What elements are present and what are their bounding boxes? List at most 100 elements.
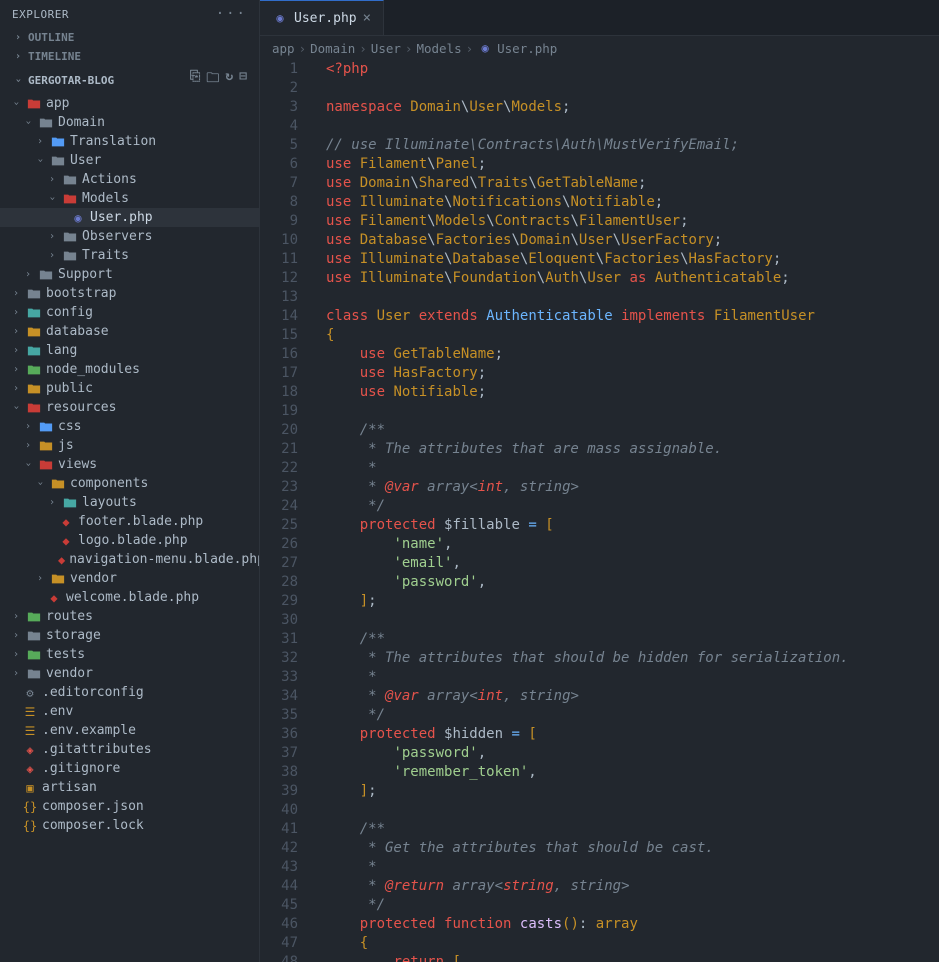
tree-folder-user[interactable]: › User bbox=[0, 151, 259, 170]
tree-folder-observers[interactable]: › Observers bbox=[0, 227, 259, 246]
tree-label: vendor bbox=[70, 571, 117, 586]
tree-label: Models bbox=[82, 191, 129, 206]
tree-label: footer.blade.php bbox=[78, 514, 203, 529]
tree-folder-views[interactable]: › views bbox=[0, 455, 259, 474]
tree-label: .editorconfig bbox=[42, 685, 144, 700]
php-file-icon: ◉ bbox=[477, 40, 493, 56]
tree-file-editorconfig[interactable]: ⚙ .editorconfig bbox=[0, 683, 259, 702]
folder-icon bbox=[38, 267, 54, 283]
tree-label: Traits bbox=[82, 248, 129, 263]
tree-folder-tests[interactable]: › tests bbox=[0, 645, 259, 664]
tab-label: User.php bbox=[294, 11, 357, 26]
tree-label: js bbox=[58, 438, 74, 453]
php-file-icon: ◉ bbox=[272, 10, 288, 26]
tree-file-composer-json[interactable]: {} composer.json bbox=[0, 797, 259, 816]
tree-folder-node-modules[interactable]: › node_modules bbox=[0, 360, 259, 379]
chevron-right-icon: › bbox=[12, 51, 24, 62]
collapse-icon[interactable]: ⊟ bbox=[239, 69, 247, 91]
tree-folder-translation[interactable]: › Translation bbox=[0, 132, 259, 151]
tree-label: navigation-menu.blade.php bbox=[69, 552, 259, 567]
tree-folder-public[interactable]: › public bbox=[0, 379, 259, 398]
line-number-gutter: 1234567891011121314151617181920212223242… bbox=[260, 60, 310, 962]
tree-folder-actions[interactable]: › Actions bbox=[0, 170, 259, 189]
tree-label: public bbox=[46, 381, 93, 396]
tree-file-composer-lock[interactable]: {} composer.lock bbox=[0, 816, 259, 835]
chevron-right-icon: › bbox=[10, 326, 22, 337]
tree-folder-bootstrap[interactable]: › bootstrap bbox=[0, 284, 259, 303]
tree-label: composer.lock bbox=[42, 818, 144, 833]
tree-folder-resources[interactable]: › resources bbox=[0, 398, 259, 417]
folder-icon bbox=[26, 362, 42, 378]
folder-icon bbox=[38, 438, 54, 454]
tab-user-php[interactable]: ◉ User.php × bbox=[260, 0, 384, 35]
tree-file-logo[interactable]: ◆ logo.blade.php bbox=[0, 531, 259, 550]
tree-label: storage bbox=[46, 628, 101, 643]
tree-file-env[interactable]: ☰ .env bbox=[0, 702, 259, 721]
code-content[interactable]: <?php namespace Domain\User\Models; // u… bbox=[310, 60, 939, 962]
tree-folder-lang[interactable]: › lang bbox=[0, 341, 259, 360]
blade-file-icon: ◆ bbox=[58, 533, 74, 549]
folder-icon bbox=[26, 647, 42, 663]
breadcrumb-segment[interactable]: User bbox=[371, 41, 401, 56]
tree-file-gitignore[interactable]: ◈ .gitignore bbox=[0, 759, 259, 778]
chevron-right-icon: › bbox=[46, 231, 58, 242]
explorer-more-icon[interactable]: ··· bbox=[216, 6, 247, 22]
tree-folder-layouts[interactable]: › layouts bbox=[0, 493, 259, 512]
tree-file-footer[interactable]: ◆ footer.blade.php bbox=[0, 512, 259, 531]
new-file-icon[interactable]: ⎘ bbox=[190, 69, 200, 91]
explorer-actions: ⎘ 🗀 ↻ ⊟ bbox=[190, 69, 247, 91]
tree-folder-database[interactable]: › database bbox=[0, 322, 259, 341]
folder-icon bbox=[50, 153, 66, 169]
breadcrumb[interactable]: app› Domain› User› Models› ◉ User.php bbox=[260, 36, 939, 60]
project-section[interactable]: › GERGOTAR-BLOG ⎘ 🗀 ↻ ⊟ bbox=[0, 66, 259, 94]
chevron-down-icon: › bbox=[11, 402, 22, 414]
new-folder-icon[interactable]: 🗀 bbox=[206, 69, 219, 91]
tree-folder-css[interactable]: › css bbox=[0, 417, 259, 436]
tree-folder-app[interactable]: › app bbox=[0, 94, 259, 113]
tree-file-navmenu[interactable]: ◆ navigation-menu.blade.php bbox=[0, 550, 259, 569]
folder-icon bbox=[62, 229, 78, 245]
tree-folder-js[interactable]: › js bbox=[0, 436, 259, 455]
folder-icon bbox=[62, 172, 78, 188]
tree-folder-components[interactable]: › components bbox=[0, 474, 259, 493]
outline-label: OUTLINE bbox=[28, 31, 74, 44]
chevron-right-icon: › bbox=[46, 497, 58, 508]
tree-label: routes bbox=[46, 609, 93, 624]
breadcrumb-segment[interactable]: Models bbox=[416, 41, 461, 56]
timeline-label: TIMELINE bbox=[28, 50, 81, 63]
tree-folder-traits[interactable]: › Traits bbox=[0, 246, 259, 265]
tree-folder-support[interactable]: › Support bbox=[0, 265, 259, 284]
tree-folder-config[interactable]: › config bbox=[0, 303, 259, 322]
tree-folder-models[interactable]: › Models bbox=[0, 189, 259, 208]
folder-icon bbox=[26, 381, 42, 397]
outline-section[interactable]: › OUTLINE bbox=[0, 28, 259, 47]
tree-file-gitattributes[interactable]: ◈ .gitattributes bbox=[0, 740, 259, 759]
tree-label: Actions bbox=[82, 172, 137, 187]
folder-icon bbox=[26, 400, 42, 416]
tree-label: resources bbox=[46, 400, 116, 415]
chevron-down-icon: › bbox=[35, 478, 46, 490]
tree-file-user-php[interactable]: ◉ User.php bbox=[0, 208, 259, 227]
breadcrumb-segment[interactable]: Domain bbox=[310, 41, 355, 56]
tree-folder-domain[interactable]: › Domain bbox=[0, 113, 259, 132]
tree-folder-routes[interactable]: › routes bbox=[0, 607, 259, 626]
tree-file-env-example[interactable]: ☰ .env.example bbox=[0, 721, 259, 740]
tree-file-artisan[interactable]: ▣ artisan bbox=[0, 778, 259, 797]
chevron-down-icon: › bbox=[13, 74, 24, 86]
tree-file-welcome[interactable]: ◆ welcome.blade.php bbox=[0, 588, 259, 607]
tree-label: config bbox=[46, 305, 93, 320]
close-icon[interactable]: × bbox=[363, 10, 371, 26]
code-editor[interactable]: 1234567891011121314151617181920212223242… bbox=[260, 60, 939, 962]
breadcrumb-segment[interactable]: User.php bbox=[497, 41, 557, 56]
folder-icon bbox=[62, 191, 78, 207]
folder-icon bbox=[50, 571, 66, 587]
breadcrumb-segment[interactable]: app bbox=[272, 41, 295, 56]
tree-folder-vendor[interactable]: › vendor bbox=[0, 664, 259, 683]
timeline-section[interactable]: › TIMELINE bbox=[0, 47, 259, 66]
tree-folder-vendor-views[interactable]: › vendor bbox=[0, 569, 259, 588]
chevron-right-icon: › bbox=[10, 611, 22, 622]
folder-icon bbox=[38, 419, 54, 435]
file-icon: ▣ bbox=[22, 780, 38, 796]
refresh-icon[interactable]: ↻ bbox=[225, 69, 233, 91]
tree-folder-storage[interactable]: › storage bbox=[0, 626, 259, 645]
